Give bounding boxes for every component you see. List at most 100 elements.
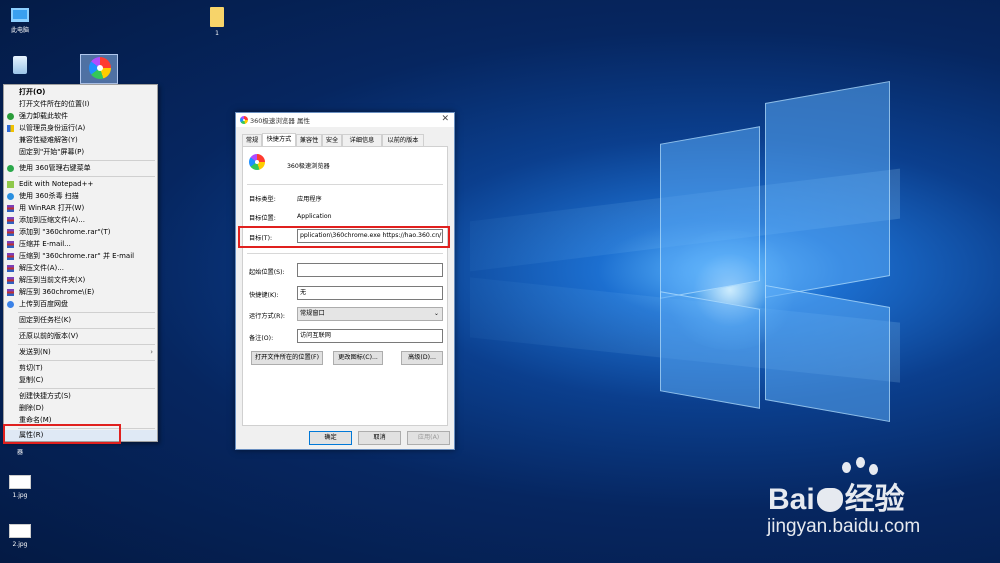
menu-item-extract-to-folder[interactable]: 解压到 360chrome\(E)	[4, 287, 157, 298]
360-guard-icon	[7, 165, 14, 172]
paw-icon	[816, 488, 843, 512]
run-select-value: 常规窗口	[300, 310, 325, 317]
comment-input[interactable]: 访问互联网	[297, 329, 443, 343]
desktop-icon-recycle-bin[interactable]	[0, 56, 40, 77]
winrar-icon	[7, 277, 14, 284]
menu-item-baidu-upload[interactable]: 上传到百度网盘	[4, 299, 157, 310]
chevron-right-icon: ›	[150, 348, 153, 356]
divider	[247, 253, 443, 254]
comment-label: 备注(O):	[249, 335, 274, 342]
menu-separator	[18, 388, 155, 389]
ok-button[interactable]: 确定	[309, 431, 352, 445]
wallpaper-pane	[765, 284, 890, 423]
desktop-icon-label: 器	[16, 449, 23, 456]
menu-item-force-uninstall[interactable]: 强力卸载此软件	[4, 111, 157, 122]
dialog-titlebar: 360极速浏览器 属性 ✕	[236, 113, 454, 127]
close-icon[interactable]: ✕	[441, 114, 449, 124]
menu-item-pin-start[interactable]: 固定到"开始"屏幕(P)	[4, 147, 157, 158]
shortcut-key-input[interactable]: 无	[297, 286, 443, 300]
menu-item-compress-email[interactable]: 压缩并 E-mail...	[4, 239, 157, 250]
menu-item-cut[interactable]: 剪切(T)	[4, 363, 157, 374]
antivirus-icon	[7, 193, 14, 200]
menu-item-delete[interactable]: 删除(D)	[4, 403, 157, 414]
context-menu: 打开(O) 打开文件所在的位置(I) 强力卸载此软件 以管理员身份运行(A) 兼…	[3, 84, 158, 442]
menu-item-copy[interactable]: 复制(C)	[4, 375, 157, 386]
winrar-icon	[7, 217, 14, 224]
desktop-icon-1-jpg[interactable]: 1.jpg	[0, 475, 40, 499]
tab-security[interactable]: 安全	[322, 134, 342, 146]
menu-item-restore-versions[interactable]: 还原以前的版本(V)	[4, 331, 157, 342]
desktop-icon-label: 1	[215, 30, 219, 37]
menu-item-open[interactable]: 打开(O)	[4, 87, 157, 98]
image-file-icon	[9, 524, 31, 538]
menu-item-360-scan[interactable]: 使用 360杀毒 扫描	[4, 191, 157, 202]
paw-icon	[856, 457, 865, 468]
menu-item-open-location[interactable]: 打开文件所在的位置(I)	[4, 99, 157, 110]
menu-item-extract[interactable]: 解压文件(A)...	[4, 263, 157, 274]
desktop-icon-label: 2.jpg	[12, 541, 28, 548]
baidu-watermark-brand: Bai 经验	[768, 483, 905, 516]
apply-button[interactable]: 应用(A)	[407, 431, 450, 445]
shortcut-key-label: 快捷键(K):	[249, 292, 279, 299]
tab-compatibility[interactable]: 兼容性	[296, 134, 322, 146]
menu-item-send-to[interactable]: 发送到(N) ›	[4, 347, 157, 358]
browser-360-icon	[249, 154, 265, 170]
folder-icon	[210, 7, 224, 27]
run-label: 运行方式(R):	[249, 313, 285, 320]
desktop-icon-label: 1.jpg	[12, 492, 28, 499]
paw-icon	[842, 462, 851, 473]
winrar-icon	[7, 265, 14, 272]
wallpaper-pane	[660, 291, 760, 409]
notepad-icon	[7, 181, 14, 188]
winrar-icon	[7, 289, 14, 296]
advanced-button[interactable]: 高级(D)...	[401, 351, 443, 365]
winrar-icon	[7, 205, 14, 212]
wallpaper-pane	[765, 80, 890, 299]
target-type-label: 目标类型:	[249, 196, 276, 203]
start-in-input[interactable]	[297, 263, 443, 277]
dialog-title: 360极速浏览器 属性	[250, 117, 310, 125]
menu-separator	[18, 360, 155, 361]
tab-shortcut[interactable]: 快捷方式	[262, 133, 296, 146]
uninstall-icon	[7, 113, 14, 120]
menu-item-notepad[interactable]: Edit with Notepad++	[4, 179, 157, 190]
tab-previous-versions[interactable]: 以前的版本	[382, 134, 424, 146]
desktop-icon-2-jpg[interactable]: 2.jpg	[0, 524, 40, 548]
menu-item-winrar-open[interactable]: 用 WinRAR 打开(W)	[4, 203, 157, 214]
tab-general[interactable]: 常规	[242, 134, 262, 146]
tab-details[interactable]: 详细信息	[342, 134, 382, 146]
change-icon-button[interactable]: 更改图标(C)...	[333, 351, 383, 365]
menu-item-extract-here[interactable]: 解压到当前文件夹(X)	[4, 275, 157, 286]
chevron-down-icon: ⌄	[433, 310, 439, 317]
menu-item-create-shortcut[interactable]: 创建快捷方式(S)	[4, 391, 157, 402]
target-location-label: 目标位置:	[249, 215, 276, 222]
menu-item-compat-troubleshoot[interactable]: 兼容性疑难解答(Y)	[4, 135, 157, 146]
target-type-value: 应用程序	[297, 196, 322, 203]
menu-item-run-as-admin[interactable]: 以管理员身份运行(A)	[4, 123, 157, 134]
menu-item-add-archive[interactable]: 添加到压缩文件(A)...	[4, 215, 157, 226]
start-in-label: 起始位置(S):	[249, 269, 285, 276]
image-file-icon	[9, 475, 31, 489]
desktop-icon-folder-1[interactable]: 1	[197, 7, 237, 37]
divider	[247, 184, 443, 185]
desktop-icon-label: 此电脑	[10, 27, 29, 34]
run-select[interactable]: 常规窗口 ⌄	[297, 307, 443, 321]
menu-item-add-to-rar[interactable]: 添加到 "360chrome.rar"(T)	[4, 227, 157, 238]
menu-separator	[18, 176, 155, 177]
open-file-location-button[interactable]: 打开文件所在的位置(F)	[251, 351, 323, 365]
menu-separator	[18, 160, 155, 161]
app-name: 360极速浏览器	[287, 163, 330, 170]
computer-icon	[11, 8, 29, 22]
menu-separator	[18, 312, 155, 313]
menu-item-pin-taskbar[interactable]: 固定到任务栏(K)	[4, 315, 157, 326]
browser-360-icon	[240, 116, 248, 124]
menu-item-compress-rar-email[interactable]: 压缩到 "360chrome.rar" 并 E-mail	[4, 251, 157, 262]
highlight-target	[238, 226, 450, 248]
wallpaper-pane	[660, 126, 760, 299]
desktop-icon-360-browser-selected[interactable]	[80, 54, 118, 84]
desktop-icon-this-pc[interactable]: 此电脑	[0, 8, 40, 34]
shortcut-panel: 360极速浏览器 目标类型: 应用程序 目标位置: Application 目标…	[242, 146, 448, 426]
recycle-bin-icon	[13, 56, 27, 74]
menu-item-360-manage[interactable]: 使用 360管理右键菜单	[4, 163, 157, 174]
cancel-button[interactable]: 取消	[358, 431, 401, 445]
